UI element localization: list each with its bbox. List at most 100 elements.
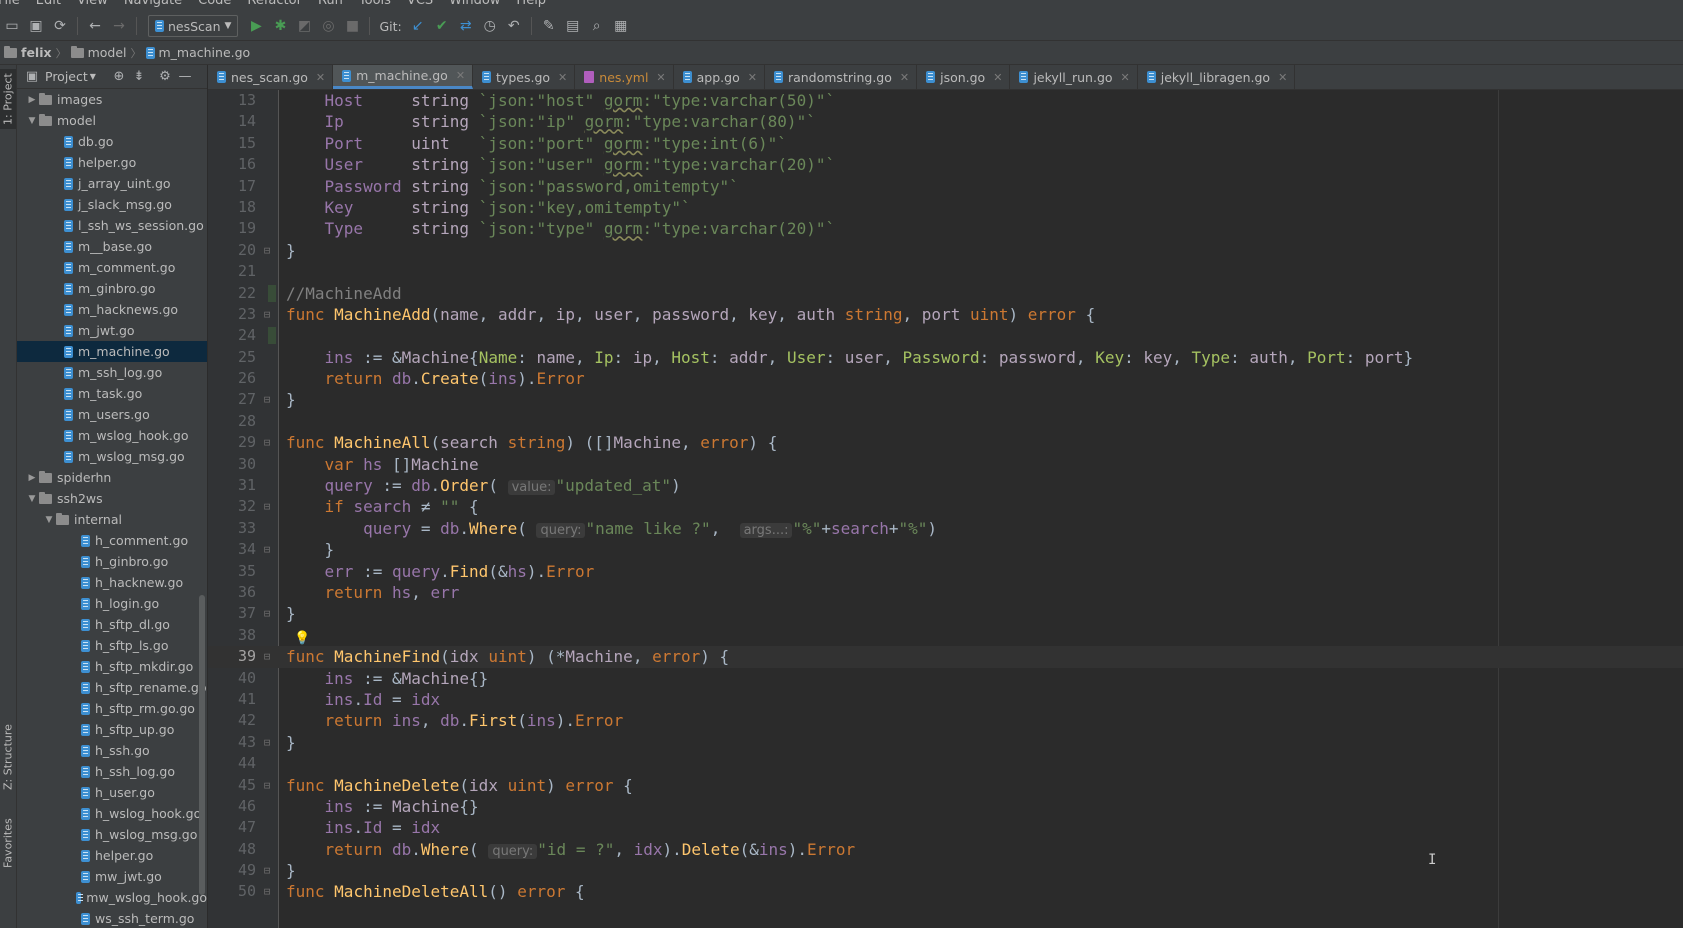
tree-file[interactable]: j_array_uint.go [17,173,207,194]
hide-panel-icon[interactable]: — [178,69,192,84]
coverage-icon[interactable]: ◩ [295,17,313,35]
save-icon[interactable]: ▣ [27,17,45,35]
tree-file[interactable]: l_ssh_ws_session.go [17,215,207,236]
menu-item-refactor[interactable]: Refactor [247,0,302,8]
close-icon[interactable]: ✕ [656,71,665,84]
chevron-down-icon[interactable]: ▼ [42,515,56,525]
chevron-right-icon[interactable]: ▶ [25,473,39,483]
fold-icon[interactable]: ⊟ [261,646,273,667]
tree-file[interactable]: h_ssh_log.go [17,761,207,782]
tree-file[interactable]: h_ginbro.go [17,551,207,572]
close-icon[interactable]: ✕ [456,69,465,82]
fold-icon[interactable]: ⊟ [261,304,273,325]
tree-file[interactable]: h_wslog_hook.go [17,803,207,824]
breadcrumb-file[interactable]: m_machine.go [142,45,255,60]
tab-app-go[interactable]: app.go ✕ [674,65,765,89]
tree-file[interactable]: h_sftp_rename.go [17,677,207,698]
fold-icon[interactable]: ⊟ [261,732,273,753]
fold-icon[interactable]: ⊟ [261,496,273,517]
tree-file[interactable]: m_jwt.go [17,320,207,341]
structure-tool-tab[interactable]: Z: Structure [0,717,16,797]
tab-jekyll-libragen-go[interactable]: jekyll_libragen.go ✕ [1138,65,1296,89]
chevron-down-icon[interactable]: ▼ [25,494,39,504]
debug-icon[interactable]: ✱ [271,17,289,35]
chevron-down-icon[interactable]: ▼ [90,72,96,81]
settings-wrench-icon[interactable]: ✎ [540,17,558,35]
tree-file[interactable]: m_ginbro.go [17,278,207,299]
vcs-push-icon[interactable]: ⇄ [457,17,475,35]
back-arrow-icon[interactable]: ← [86,17,104,35]
tree-file[interactable]: h_sftp_up.go [17,719,207,740]
tree-folder[interactable]: ▼ model [17,110,207,131]
tab-nes-scan-go[interactable]: nes_scan.go ✕ [208,65,334,89]
fold-icon[interactable]: ⊟ [261,603,273,624]
tab-randomstring-go[interactable]: randomstring.go ✕ [765,65,918,89]
menu-item-code[interactable]: Code [198,0,231,8]
fold-icon[interactable]: ⊟ [261,539,273,560]
tree-file[interactable]: h_sftp_ls.go [17,635,207,656]
close-icon[interactable]: ✕ [993,71,1002,84]
tree-folder[interactable]: ▼ ssh2ws [17,488,207,509]
menu-item-vcs[interactable]: VCS [407,0,433,8]
tree-folder[interactable]: ▼ internal [17,509,207,530]
tab-types-go[interactable]: types.go ✕ [473,65,576,89]
tree-file[interactable]: h_sftp_rm.go.go [17,698,207,719]
tree-file[interactable]: m_machine.go [17,341,207,362]
menu-item-run[interactable]: Run [318,0,343,8]
tree-file[interactable]: mw_jwt.go [17,866,207,887]
fold-icon[interactable]: ⊟ [261,389,273,410]
collapse-all-icon[interactable]: ⇟ [132,69,146,84]
tree-file[interactable]: h_comment.go [17,530,207,551]
tree-file[interactable]: h_sftp_dl.go [17,614,207,635]
tree-file[interactable]: helper.go [17,152,207,173]
breadcrumb-root[interactable]: felix [0,45,56,60]
tree-folder[interactable]: ▶ images [17,89,207,110]
tree-file[interactable]: h_sftp_mkdir.go [17,656,207,677]
close-icon[interactable]: ✕ [900,71,909,84]
vcs-commit-icon[interactable]: ✔ [433,17,451,35]
menu-item-window[interactable]: Window [449,0,500,8]
forward-arrow-icon[interactable]: → [110,17,128,35]
tree-file[interactable]: m_wslog_hook.go [17,425,207,446]
close-icon[interactable]: ✕ [748,71,757,84]
gear-icon[interactable]: ⚙ [158,69,172,84]
breadcrumb-folder[interactable]: model [67,45,131,60]
history-icon[interactable]: ◷ [481,17,499,35]
project-structure-icon[interactable]: ▤ [564,17,582,35]
fold-icon[interactable]: ⊟ [261,432,273,453]
run-config-select[interactable]: nesScan ▼ [148,15,239,37]
tree-file[interactable]: j_slack_msg.go [17,194,207,215]
fold-icon[interactable]: ⊟ [261,240,273,261]
tree-file[interactable]: h_login.go [17,593,207,614]
close-icon[interactable]: ✕ [1121,71,1130,84]
tab-m-machine-go[interactable]: m_machine.go ✕ [333,65,474,89]
search-icon[interactable]: ⌕ [588,17,606,35]
run-icon[interactable]: ▶ [247,17,265,35]
menu-item-file[interactable]: File [0,0,20,8]
favorites-tool-tab[interactable]: Favorites [0,813,16,873]
terminal-icon[interactable]: ▦ [612,17,630,35]
tab-nes-yml[interactable]: nes.yml ✕ [575,65,674,89]
menu-item-help[interactable]: Help [516,0,546,8]
tree-file[interactable]: m_comment.go [17,257,207,278]
tab-json-go[interactable]: json.go ✕ [917,65,1011,89]
tree-file[interactable]: mw_wslog_hook.go [17,887,207,908]
vcs-update-icon[interactable]: ↙ [409,17,427,35]
menu-item-navigate[interactable]: Navigate [124,0,182,8]
chevron-right-icon[interactable]: ▶ [25,95,39,105]
project-panel-title[interactable]: Project [45,69,88,84]
project-tool-tab[interactable]: 1: Project [0,69,16,129]
close-icon[interactable]: ✕ [316,71,325,84]
tree-file[interactable]: h_hacknew.go [17,572,207,593]
profile-icon[interactable]: ◎ [319,17,337,35]
close-icon[interactable]: ✕ [1278,71,1287,84]
tree-scrollbar[interactable] [199,595,205,895]
tree-folder[interactable]: ▶ spiderhn [17,467,207,488]
chevron-down-icon[interactable]: ▼ [25,116,39,126]
open-folder-icon[interactable]: ▭ [3,17,21,35]
tree-file[interactable]: ws_ssh_term.go [17,908,207,928]
tree-file[interactable]: m_hacknews.go [17,299,207,320]
tree-file[interactable]: m_ssh_log.go [17,362,207,383]
rollback-icon[interactable]: ↶ [505,17,523,35]
fold-icon[interactable]: ⊟ [261,881,273,902]
